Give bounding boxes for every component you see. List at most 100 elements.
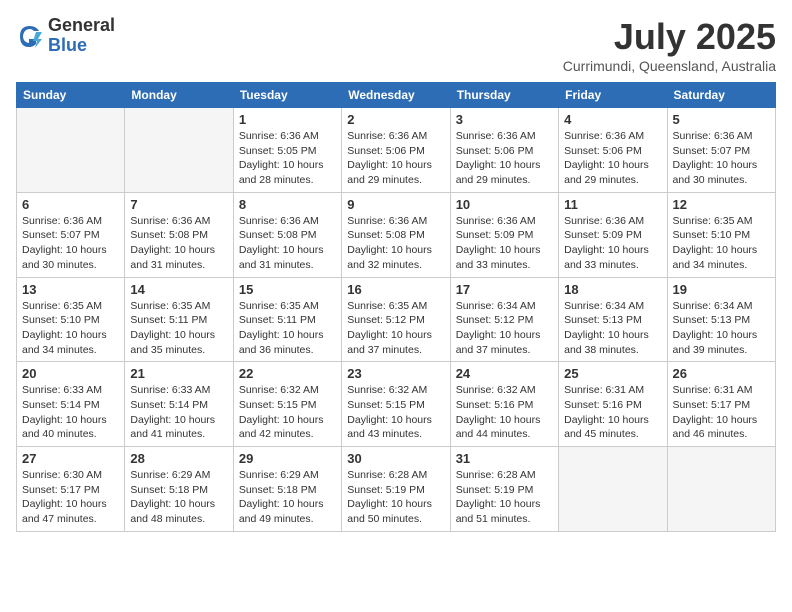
day-info: Sunrise: 6:36 AMSunset: 5:06 PMDaylight:… bbox=[347, 129, 444, 188]
day-number: 13 bbox=[22, 282, 119, 297]
day-number: 16 bbox=[347, 282, 444, 297]
page-header: General Blue July 2025 Currimundi, Queen… bbox=[16, 16, 776, 74]
day-number: 31 bbox=[456, 451, 553, 466]
calendar-header-row: SundayMondayTuesdayWednesdayThursdayFrid… bbox=[17, 83, 776, 108]
logo-blue: Blue bbox=[48, 36, 115, 56]
day-info: Sunrise: 6:32 AMSunset: 5:16 PMDaylight:… bbox=[456, 383, 553, 442]
week-row-2: 6Sunrise: 6:36 AMSunset: 5:07 PMDaylight… bbox=[17, 192, 776, 277]
day-number: 24 bbox=[456, 366, 553, 381]
day-number: 9 bbox=[347, 197, 444, 212]
calendar-cell: 31 Sunrise: 6:28 AMSunset: 5:19 PMDayligh… bbox=[450, 447, 558, 532]
header-thursday: Thursday bbox=[450, 83, 558, 108]
day-info: Sunrise: 6:35 AMSunset: 5:10 PMDaylight:… bbox=[673, 214, 770, 273]
calendar-cell: 30 Sunrise: 6:28 AMSunset: 5:19 PMDayligh… bbox=[342, 447, 450, 532]
day-info: Sunrise: 6:32 AMSunset: 5:15 PMDaylight:… bbox=[239, 383, 336, 442]
calendar-cell bbox=[125, 108, 233, 193]
day-number: 8 bbox=[239, 197, 336, 212]
day-info: Sunrise: 6:36 AMSunset: 5:08 PMDaylight:… bbox=[130, 214, 227, 273]
day-info: Sunrise: 6:34 AMSunset: 5:13 PMDaylight:… bbox=[673, 299, 770, 358]
day-number: 29 bbox=[239, 451, 336, 466]
day-number: 25 bbox=[564, 366, 661, 381]
day-number: 18 bbox=[564, 282, 661, 297]
day-info: Sunrise: 6:33 AMSunset: 5:14 PMDaylight:… bbox=[22, 383, 119, 442]
calendar-cell: 1 Sunrise: 6:36 AMSunset: 5:05 PMDaylight… bbox=[233, 108, 341, 193]
header-monday: Monday bbox=[125, 83, 233, 108]
day-number: 3 bbox=[456, 112, 553, 127]
day-info: Sunrise: 6:36 AMSunset: 5:08 PMDaylight:… bbox=[239, 214, 336, 273]
day-number: 21 bbox=[130, 366, 227, 381]
day-info: Sunrise: 6:35 AMSunset: 5:12 PMDaylight:… bbox=[347, 299, 444, 358]
calendar-cell: 8 Sunrise: 6:36 AMSunset: 5:08 PMDaylight… bbox=[233, 192, 341, 277]
calendar-cell: 9Sunrise: 6:36 AMSunset: 5:08 PMDaylight… bbox=[342, 192, 450, 277]
day-info: Sunrise: 6:28 AMSunset: 5:19 PMDaylight:… bbox=[347, 468, 444, 527]
calendar-cell: 27 Sunrise: 6:30 AMSunset: 5:17 PMDayligh… bbox=[17, 447, 125, 532]
day-info: Sunrise: 6:35 AMSunset: 5:11 PMDaylight:… bbox=[130, 299, 227, 358]
day-info: Sunrise: 6:30 AMSunset: 5:17 PMDaylight:… bbox=[22, 468, 119, 527]
calendar-cell: 6Sunrise: 6:36 AMSunset: 5:07 PMDaylight… bbox=[17, 192, 125, 277]
day-info: Sunrise: 6:36 AMSunset: 5:06 PMDaylight:… bbox=[456, 129, 553, 188]
day-number: 12 bbox=[673, 197, 770, 212]
calendar-cell: 22 Sunrise: 6:32 AMSunset: 5:15 PMDayligh… bbox=[233, 362, 341, 447]
header-sunday: Sunday bbox=[17, 83, 125, 108]
day-number: 7 bbox=[130, 197, 227, 212]
header-tuesday: Tuesday bbox=[233, 83, 341, 108]
logo-text: General Blue bbox=[48, 16, 115, 56]
calendar-cell: 18 Sunrise: 6:34 AMSunset: 5:13 PMDayligh… bbox=[559, 277, 667, 362]
header-wednesday: Wednesday bbox=[342, 83, 450, 108]
day-number: 1 bbox=[239, 112, 336, 127]
day-number: 19 bbox=[673, 282, 770, 297]
day-number: 5 bbox=[673, 112, 770, 127]
day-number: 10 bbox=[456, 197, 553, 212]
calendar-cell: 17Sunrise: 6:34 AMSunset: 5:12 PMDayligh… bbox=[450, 277, 558, 362]
day-info: Sunrise: 6:35 AMSunset: 5:11 PMDaylight:… bbox=[239, 299, 336, 358]
day-number: 6 bbox=[22, 197, 119, 212]
calendar-cell: 11 Sunrise: 6:36 AMSunset: 5:09 PMDayligh… bbox=[559, 192, 667, 277]
day-number: 23 bbox=[347, 366, 444, 381]
calendar-cell bbox=[17, 108, 125, 193]
day-number: 26 bbox=[673, 366, 770, 381]
week-row-3: 13Sunrise: 6:35 AMSunset: 5:10 PMDayligh… bbox=[17, 277, 776, 362]
header-saturday: Saturday bbox=[667, 83, 775, 108]
day-number: 22 bbox=[239, 366, 336, 381]
day-info: Sunrise: 6:34 AMSunset: 5:12 PMDaylight:… bbox=[456, 299, 553, 358]
calendar-cell: 29Sunrise: 6:29 AMSunset: 5:18 PMDayligh… bbox=[233, 447, 341, 532]
day-info: Sunrise: 6:36 AMSunset: 5:05 PMDaylight:… bbox=[239, 129, 336, 188]
calendar-cell: 25Sunrise: 6:31 AMSunset: 5:16 PMDayligh… bbox=[559, 362, 667, 447]
day-number: 20 bbox=[22, 366, 119, 381]
calendar-cell bbox=[559, 447, 667, 532]
calendar-cell: 23 Sunrise: 6:32 AMSunset: 5:15 PMDayligh… bbox=[342, 362, 450, 447]
day-info: Sunrise: 6:36 AMSunset: 5:09 PMDaylight:… bbox=[564, 214, 661, 273]
calendar-cell: 5 Sunrise: 6:36 AMSunset: 5:07 PMDaylight… bbox=[667, 108, 775, 193]
day-info: Sunrise: 6:32 AMSunset: 5:15 PMDaylight:… bbox=[347, 383, 444, 442]
day-info: Sunrise: 6:28 AMSunset: 5:19 PMDaylight:… bbox=[456, 468, 553, 527]
day-info: Sunrise: 6:29 AMSunset: 5:18 PMDaylight:… bbox=[130, 468, 227, 527]
title-location: Currimundi, Queensland, Australia bbox=[563, 58, 776, 74]
logo: General Blue bbox=[16, 16, 115, 56]
logo-general: General bbox=[48, 16, 115, 36]
calendar-cell: 20 Sunrise: 6:33 AMSunset: 5:14 PMDayligh… bbox=[17, 362, 125, 447]
calendar-cell: 19 Sunrise: 6:34 AMSunset: 5:13 PMDayligh… bbox=[667, 277, 775, 362]
calendar-cell: 21Sunrise: 6:33 AMSunset: 5:14 PMDayligh… bbox=[125, 362, 233, 447]
calendar-cell: 14Sunrise: 6:35 AMSunset: 5:11 PMDayligh… bbox=[125, 277, 233, 362]
calendar-cell: 28 Sunrise: 6:29 AMSunset: 5:18 PMDayligh… bbox=[125, 447, 233, 532]
calendar-cell: 2Sunrise: 6:36 AMSunset: 5:06 PMDaylight… bbox=[342, 108, 450, 193]
day-number: 27 bbox=[22, 451, 119, 466]
calendar-cell: 26 Sunrise: 6:31 AMSunset: 5:17 PMDayligh… bbox=[667, 362, 775, 447]
calendar-table: SundayMondayTuesdayWednesdayThursdayFrid… bbox=[16, 82, 776, 532]
week-row-4: 20 Sunrise: 6:33 AMSunset: 5:14 PMDayligh… bbox=[17, 362, 776, 447]
calendar-cell: 12 Sunrise: 6:35 AMSunset: 5:10 PMDayligh… bbox=[667, 192, 775, 277]
day-info: Sunrise: 6:36 AMSunset: 5:09 PMDaylight:… bbox=[456, 214, 553, 273]
day-info: Sunrise: 6:34 AMSunset: 5:13 PMDaylight:… bbox=[564, 299, 661, 358]
calendar-cell: 16 Sunrise: 6:35 AMSunset: 5:12 PMDayligh… bbox=[342, 277, 450, 362]
calendar-cell: 15 Sunrise: 6:35 AMSunset: 5:11 PMDayligh… bbox=[233, 277, 341, 362]
day-number: 28 bbox=[130, 451, 227, 466]
day-number: 15 bbox=[239, 282, 336, 297]
calendar-cell: 4Sunrise: 6:36 AMSunset: 5:06 PMDaylight… bbox=[559, 108, 667, 193]
calendar-cell bbox=[667, 447, 775, 532]
day-info: Sunrise: 6:36 AMSunset: 5:07 PMDaylight:… bbox=[673, 129, 770, 188]
day-info: Sunrise: 6:31 AMSunset: 5:17 PMDaylight:… bbox=[673, 383, 770, 442]
day-number: 30 bbox=[347, 451, 444, 466]
logo-icon bbox=[16, 22, 44, 50]
calendar-cell: 7 Sunrise: 6:36 AMSunset: 5:08 PMDaylight… bbox=[125, 192, 233, 277]
day-number: 11 bbox=[564, 197, 661, 212]
